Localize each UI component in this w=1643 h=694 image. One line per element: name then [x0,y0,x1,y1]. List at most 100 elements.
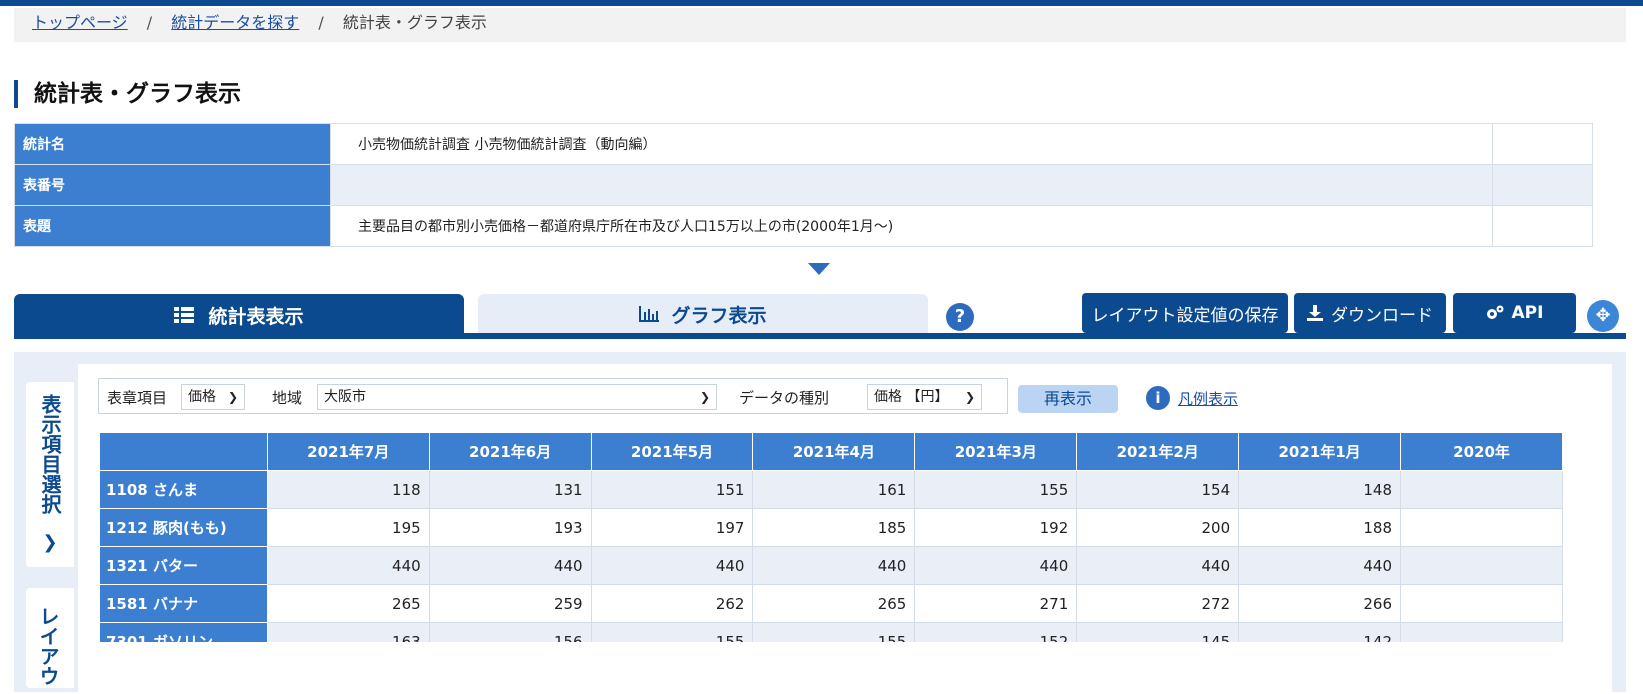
table-cell: 440 [752,546,916,585]
meta-row: 統計名 小売物価統計調査 小売物価統計調査（動向編） [14,123,1593,165]
redisplay-button[interactable]: 再表示 [1018,385,1118,413]
table-cell: 266 [1238,584,1402,623]
data-grid-scroll[interactable]: 2021年7月 2021年6月 2021年5月 2021年4月 2021年3月 … [99,432,1563,642]
table-cell [1400,622,1563,642]
table-row: 7301 ガソリン 163 156 155 155 152 145 142 [99,622,1563,642]
table-cell: 163 [266,622,430,642]
tab-label: グラフ表示 [671,304,767,327]
table-row: 1108 さんま 118 131 151 161 155 154 148 [99,470,1563,509]
column-header[interactable]: 2021年2月 [1076,432,1240,471]
column-header[interactable]: 2021年5月 [590,432,754,471]
table-cell: 155 [590,622,754,642]
help-icon[interactable]: ? [946,303,974,331]
row-header[interactable]: 1581 バナナ [99,584,268,623]
chevron-down-icon: ❯ [227,390,238,404]
filter-label-data-type: データの種別 [739,389,830,407]
table-cell: 200 [1076,508,1240,547]
breadcrumb-separator: / [318,13,324,32]
download-button[interactable]: ダウンロード [1294,293,1446,333]
table-cell: 440 [590,546,754,585]
table-row: 1321 バター 440 440 440 440 440 440 440 [99,546,1563,585]
meta-key: 表題 [14,205,331,247]
select-value: 大阪市 [324,389,366,405]
table-cell: 142 [1238,622,1402,642]
fullscreen-icon[interactable]: ✥ [1587,300,1619,332]
table-cell: 259 [428,584,592,623]
table-cell: 118 [266,470,430,509]
data-type-select[interactable]: 価格 【円】 ❯ [867,384,982,410]
grid-header-row: 2021年7月 2021年6月 2021年5月 2021年4月 2021年3月 … [99,432,1563,471]
side-tab-label: 表示項目選択 [38,394,62,514]
table-cell: 440 [428,546,592,585]
save-layout-button[interactable]: レイアウト設定値の保存 [1082,293,1288,333]
meta-row: 表題 主要品目の都市別小売価格－都道府県庁所在市及び人口15万以上の市(2000… [14,205,1593,247]
column-header[interactable]: 2021年3月 [914,432,1078,471]
side-tab-item-select[interactable]: 表示項目選択 ❯ [26,382,74,567]
column-header[interactable]: 2020年 [1400,432,1563,471]
region-select[interactable]: 大阪市 ❯ [317,384,717,410]
table-cell [1400,470,1563,509]
table-cell: 156 [428,622,592,642]
row-header[interactable]: 7301 ガソリン [99,622,268,642]
table-cell: 271 [914,584,1078,623]
table-cell: 195 [266,508,430,547]
meta-extra [1492,123,1593,165]
tab-underline [14,333,1626,339]
row-header[interactable]: 1212 豚肉(もも) [99,508,268,547]
breadcrumb-link-search[interactable]: 統計データを探す [171,13,299,32]
button-label: API [1511,303,1544,323]
table-cell: 155 [914,470,1078,509]
column-header[interactable]: 2021年4月 [752,432,916,471]
table-cell [1400,584,1563,623]
collapse-toggle-icon[interactable] [808,263,830,275]
legend-link[interactable]: i 凡例表示 [1146,386,1238,410]
meta-extra [1492,164,1593,206]
table-cell: 148 [1238,470,1402,509]
grid-corner [99,432,268,471]
filter-bar: 表章項目 価格 ❯ 地域 大阪市 ❯ データの種別 価格 【円】 ❯ [98,378,1008,414]
select-value: 価格 【円】 [874,389,949,405]
tab-table-view[interactable]: 統計表表示 [14,294,464,336]
table-cell: 440 [914,546,1078,585]
table-cell: 192 [914,508,1078,547]
side-tab-label: レイアウ [36,606,60,686]
breadcrumb-link-top[interactable]: トップページ [32,13,128,32]
button-label: レイアウト設定値の保存 [1091,305,1279,326]
select-value: 価格 [188,389,216,405]
column-header[interactable]: 2021年6月 [428,432,592,471]
chevron-right-icon: ❯ [42,532,58,553]
chevron-down-icon: ❯ [699,390,710,404]
row-header[interactable]: 1321 バター [99,546,268,585]
meta-row: 表番号 [14,164,1593,206]
table-cell [1400,508,1563,547]
table-cell [1400,546,1563,585]
filter-label-item: 表章項目 [107,389,168,407]
table-cell: 265 [266,584,430,623]
table-cell: 262 [590,584,754,623]
column-header[interactable]: 2021年1月 [1238,432,1402,471]
api-button[interactable]: API [1453,293,1576,333]
table-cell: 440 [266,546,430,585]
stat-info-table: 統計名 小売物価統計調査 小売物価統計調査（動向編） 表番号 表題 主要品目の都… [14,123,1593,247]
table-cell: 185 [752,508,916,547]
table-cell: 154 [1076,470,1240,509]
table-cell: 161 [752,470,916,509]
page-title: 統計表・グラフ表示 [14,80,241,108]
tab-graph-view[interactable]: グラフ表示 [478,294,928,334]
download-icon [1307,305,1323,321]
meta-value: 主要品目の都市別小売価格－都道府県庁所在市及び人口15万以上の市(2000年1月… [330,205,1493,247]
column-header[interactable]: 2021年7月 [266,432,430,471]
meta-key: 表番号 [14,164,331,206]
gears-icon [1486,305,1504,319]
top-bar [0,0,1643,6]
item-select[interactable]: 価格 ❯ [181,384,245,410]
table-cell: 151 [590,470,754,509]
breadcrumb-separator: / [146,13,153,32]
button-label: ダウンロード [1331,305,1433,326]
table-cell: 145 [1076,622,1240,642]
side-tab-layout[interactable]: レイアウ [26,588,74,688]
filter-label-region: 地域 [272,389,303,407]
row-header[interactable]: 1108 さんま [99,470,268,509]
meta-value [330,164,1493,206]
table-cell: 188 [1238,508,1402,547]
